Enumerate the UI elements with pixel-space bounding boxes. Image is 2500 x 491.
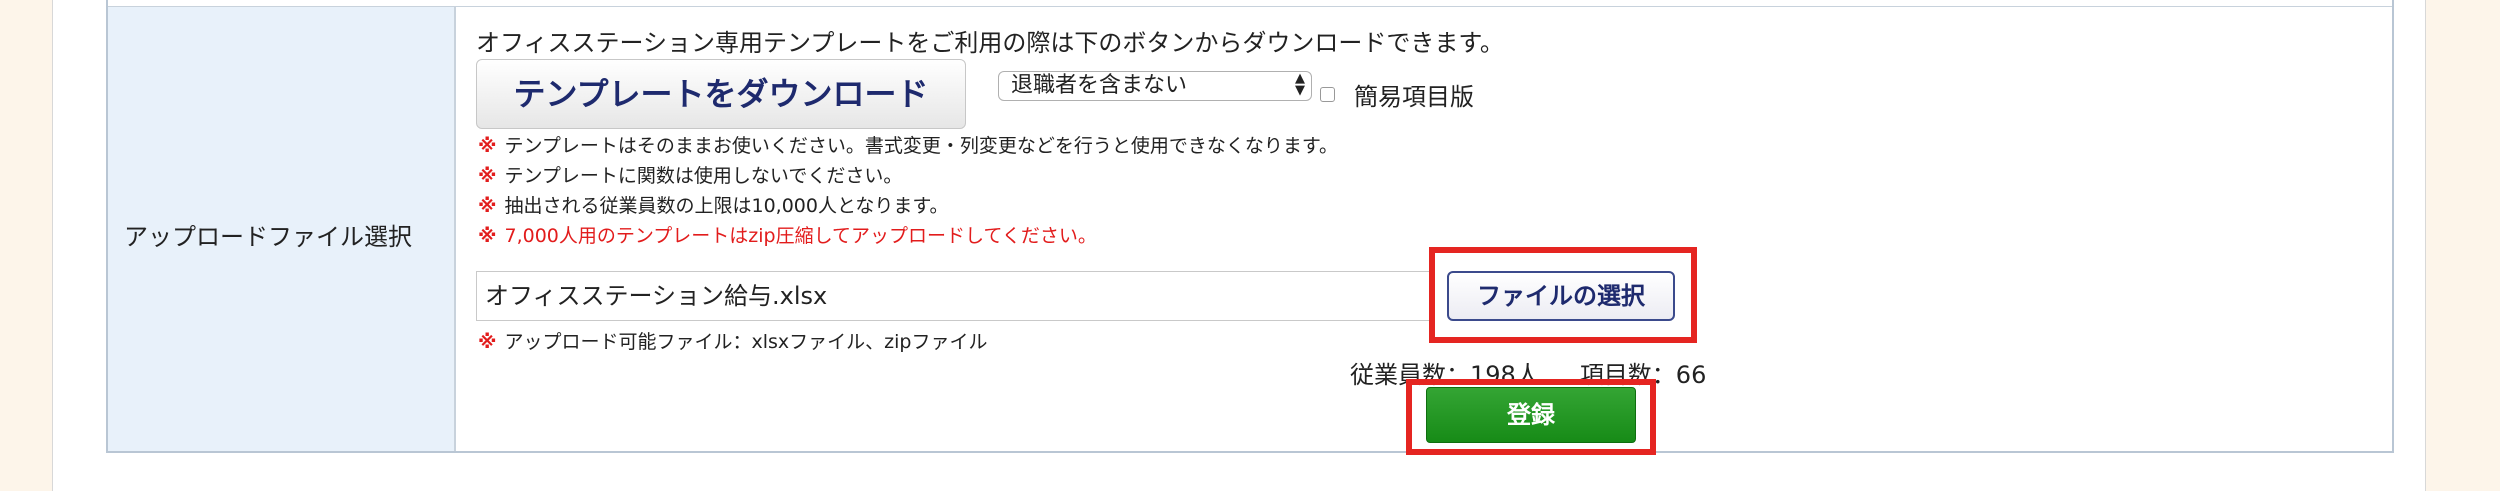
note-mark-icon: ※ [478,195,497,217]
employee-filter-value: 退職者を含まない [1011,73,1188,98]
notes-list: ※ テンプレートはそのままお使いください。書式変更・列変更などを行うと使用できなく… [478,131,1338,251]
selected-file-field[interactable]: オフィスステーション給与.xlsx [476,271,1431,321]
row-content-cell: オフィスステーション専用テンプレートをご利用の際は下のボタンからダウンロードでき… [454,7,2392,455]
template-intro-text: オフィスステーション専用テンプレートをご利用の際は下のボタンからダウンロードでき… [476,29,1504,57]
note-mark-icon: ※ [478,225,497,247]
row-label-cell: アップロードファイル選択 [108,7,456,451]
note-item: ※ テンプレートはそのままお使いください。書式変更・列変更などを行うと使用できなく… [478,135,1339,157]
row-label: アップロードファイル選択 [124,223,412,251]
choose-file-button[interactable]: ファイルの選択 [1447,271,1675,321]
note-item: ※ テンプレートに関数は使用しないでください。 [478,165,903,187]
simple-items-label: 簡易項目版 [1354,83,1474,111]
note-mark-icon: ※ [478,135,497,157]
upload-form-table: アップロードファイル選択 オフィスステーション専用テンプレートをご利用の際は下の… [106,0,2394,455]
allowed-files-note: ※ アップロード可能ファイル：xlsxファイル、zipファイル [478,331,988,353]
note-mark-icon: ※ [478,331,497,353]
note-item-warning: ※ 7,000人用のテンプレートはzip圧縮してアップロードしてください。 [478,225,1097,247]
register-button[interactable]: 登録 [1426,387,1636,443]
select-arrows-icon: ▲ ▼ [1295,71,1305,98]
note-item: ※ 抽出される従業員数の上限は10,000人となります。 [478,195,949,217]
template-download-button[interactable]: テンプレートをダウンロード [476,59,966,129]
employee-filter-select[interactable]: 退職者を含まない ▲ ▼ [998,71,1312,101]
note-mark-icon: ※ [478,165,497,187]
simple-items-checkbox[interactable] [1320,87,1335,102]
